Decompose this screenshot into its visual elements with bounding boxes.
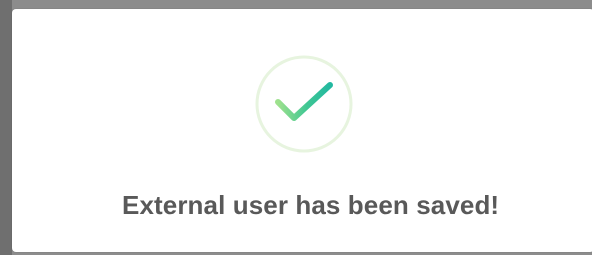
check-circle-icon	[254, 54, 354, 154]
backdrop-strip	[0, 0, 12, 255]
success-dialog: External user has been saved!	[12, 9, 592, 252]
success-message: External user has been saved!	[122, 190, 500, 220]
